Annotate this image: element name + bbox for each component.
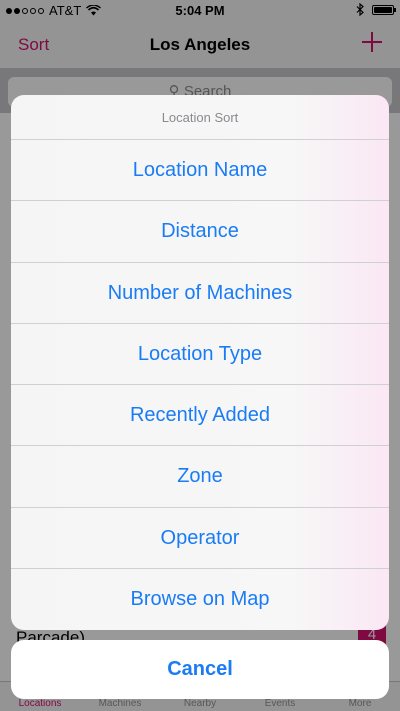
sort-option-operator[interactable]: Operator <box>11 508 389 569</box>
sort-option-distance[interactable]: Distance <box>11 201 389 263</box>
sort-option-location-name[interactable]: Location Name <box>11 140 389 202</box>
location-sort-sheet: Location Sort Location Name Distance Num… <box>11 95 389 630</box>
sort-option-zone[interactable]: Zone <box>11 446 389 508</box>
sort-option-browse-on-map[interactable]: Browse on Map <box>11 569 389 630</box>
sort-option-location-type[interactable]: Location Type <box>11 324 389 385</box>
sort-option-number-of-machines[interactable]: Number of Machines <box>11 263 389 324</box>
sort-option-recently-added[interactable]: Recently Added <box>11 385 389 447</box>
sheet-title: Location Sort <box>11 95 389 140</box>
cancel-button[interactable]: Cancel <box>11 640 389 699</box>
